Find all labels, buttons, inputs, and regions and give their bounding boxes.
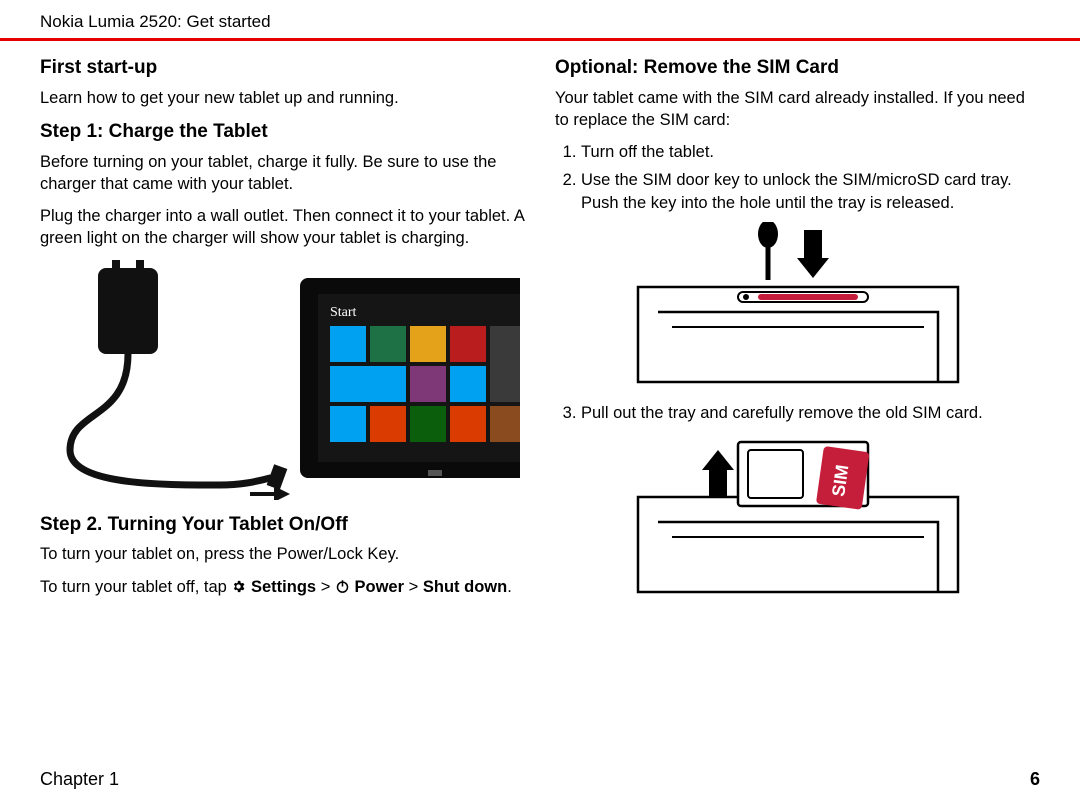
text-step2a: To turn your tablet on, press the Power/… (40, 543, 525, 565)
tablet-start-label: Start (330, 305, 357, 320)
heading-optional-sim: Optional: Remove the SIM Card (555, 55, 1040, 81)
sim-step-2: Use the SIM door key to unlock the SIM/m… (581, 169, 1040, 214)
heading-first-startup: First start-up (40, 55, 525, 81)
figure-sim-eject (618, 222, 978, 392)
power-icon (335, 578, 350, 596)
text-step2b: To turn your tablet off, tap Settings > … (40, 576, 525, 598)
page-footer: Chapter 1 6 (40, 769, 1040, 790)
heading-step2: Step 2. Turning Your Tablet On/Off (40, 512, 525, 538)
text-intro: Learn how to get your new tablet up and … (40, 87, 525, 109)
sim-steps-list-continued: Pull out the tray and carefully remove t… (555, 402, 1040, 424)
sim-steps-list: Turn off the tablet. Use the SIM door ke… (555, 141, 1040, 214)
sim-step-3: Pull out the tray and carefully remove t… (581, 402, 1040, 424)
chapter-label: Chapter 1 (40, 769, 119, 790)
page-content: First start-up Learn how to get your new… (0, 41, 1080, 608)
page-header: Nokia Lumia 2520: Get started (0, 0, 1080, 38)
figure-sim-remove: SIM (618, 432, 978, 602)
text-step1a: Before turning on your tablet, charge it… (40, 151, 525, 196)
settings-icon (231, 578, 246, 596)
text-step1b: Plug the charger into a wall outlet. The… (40, 205, 525, 250)
heading-step1: Step 1: Charge the Tablet (40, 119, 525, 145)
page-number: 6 (1030, 769, 1040, 790)
figure-charger-tablet: Start (40, 260, 520, 500)
right-column: Optional: Remove the SIM Card Your table… (555, 47, 1040, 608)
text-sim-intro: Your tablet came with the SIM card alrea… (555, 87, 1040, 132)
sim-step-1: Turn off the tablet. (581, 141, 1040, 163)
left-column: First start-up Learn how to get your new… (40, 47, 525, 608)
